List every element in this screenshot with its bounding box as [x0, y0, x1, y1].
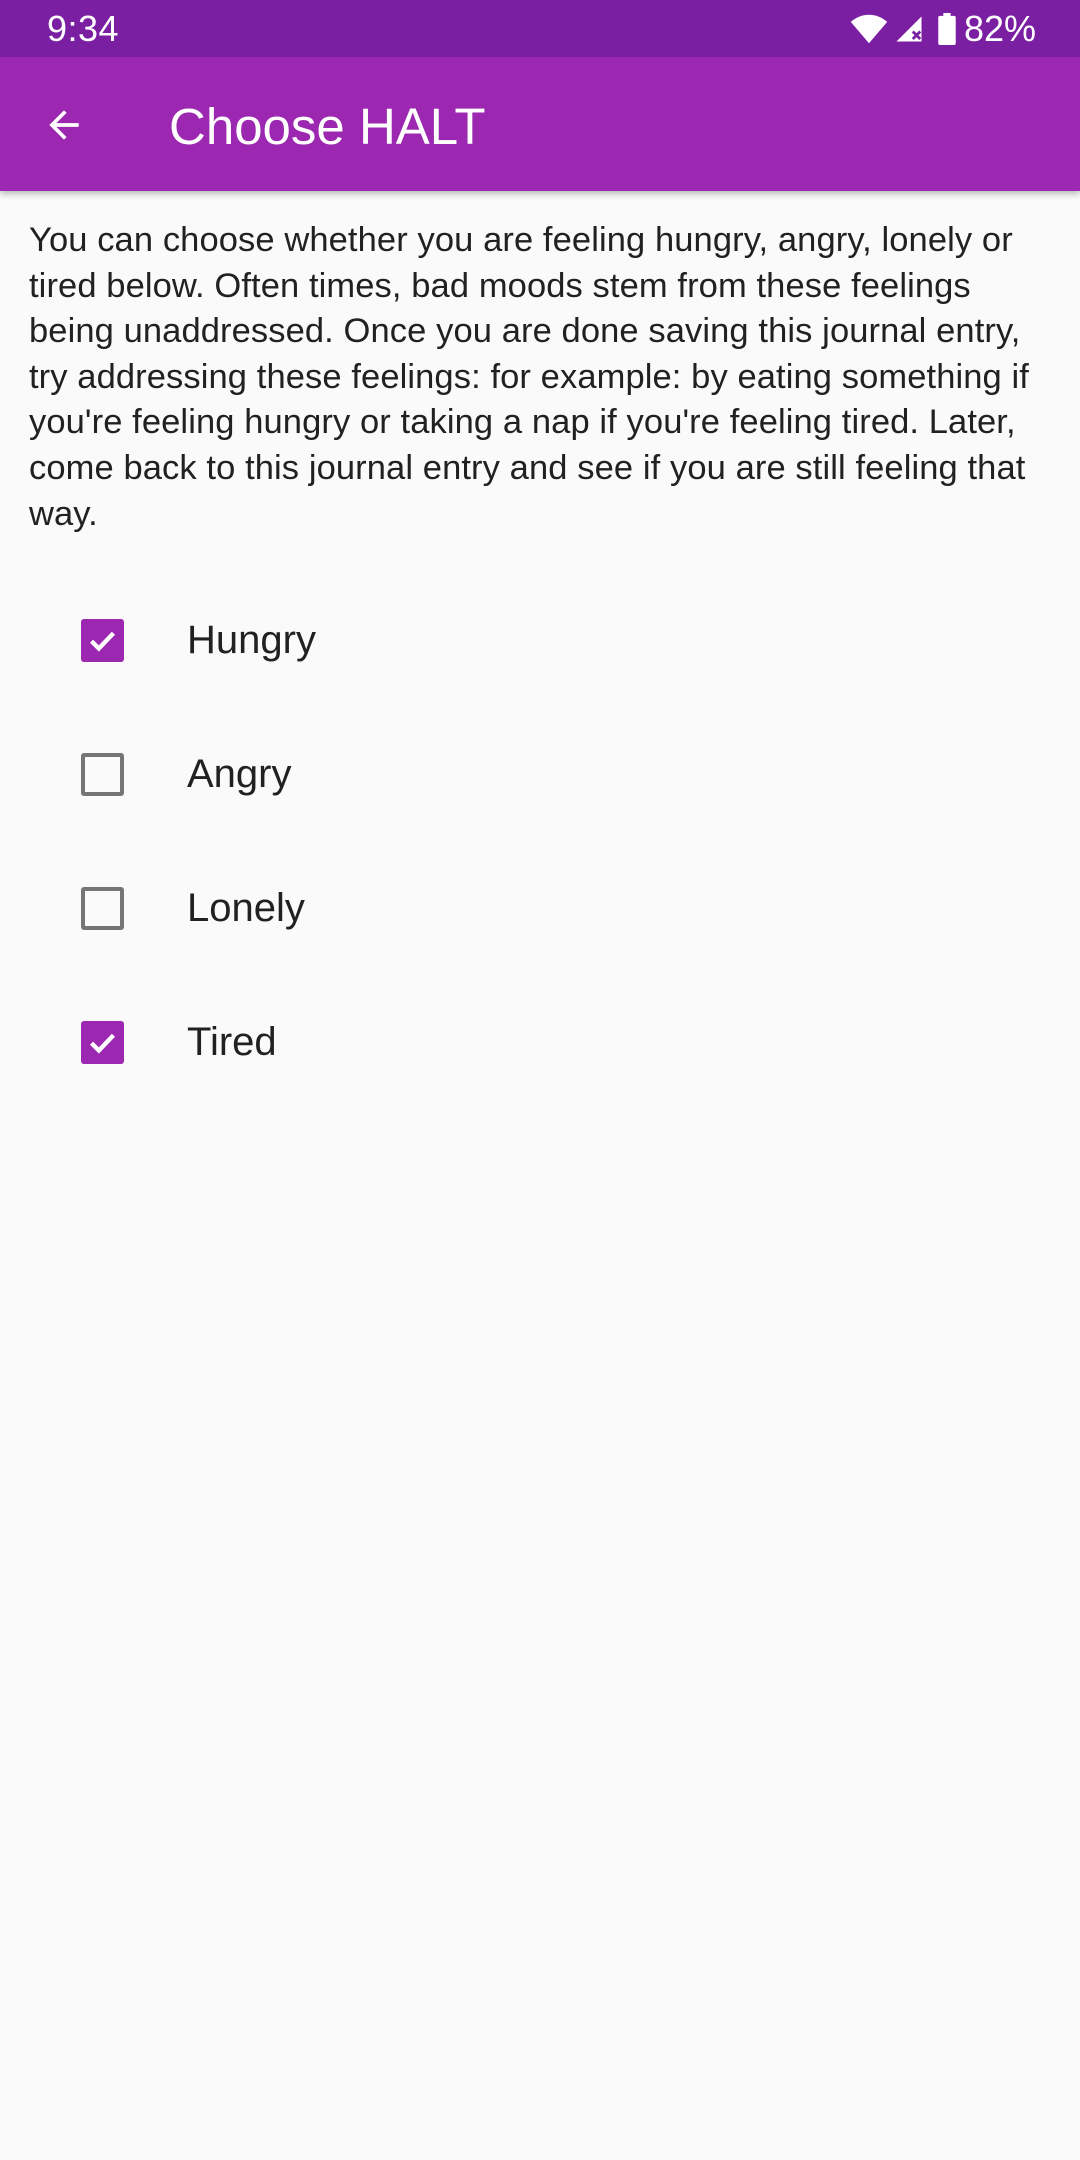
tired-label: Tired — [187, 1020, 277, 1064]
wifi-icon — [850, 14, 888, 44]
lonely-checkbox[interactable] — [81, 887, 124, 930]
halt-description: You can choose whether you are feeling h… — [29, 221, 1029, 533]
halt-item-hungry[interactable]: Hungry — [0, 572, 1080, 706]
status-icons: 82% — [850, 8, 1036, 50]
check-icon — [90, 1033, 116, 1054]
back-button[interactable] — [22, 83, 106, 167]
app-bar: Choose HALT — [0, 57, 1080, 191]
check-icon — [90, 631, 116, 652]
halt-checkbox-list: Hungry Angry Lonely Tired — [0, 572, 1080, 1108]
hungry-label: Hungry — [187, 618, 316, 662]
status-bar: 9:34 82% — [0, 0, 1080, 57]
angry-checkbox[interactable] — [81, 753, 124, 796]
hungry-checkbox[interactable] — [81, 619, 124, 662]
cell-signal-icon — [896, 16, 922, 42]
battery-percent: 82% — [963, 8, 1036, 49]
status-time: 9:34 — [47, 8, 120, 49]
lonely-label: Lonely — [187, 886, 305, 930]
arrow-back-icon — [49, 110, 79, 140]
halt-item-angry[interactable]: Angry — [0, 706, 1080, 840]
angry-label: Angry — [187, 752, 292, 796]
tired-checkbox[interactable] — [81, 1021, 124, 1064]
battery-icon — [938, 13, 956, 45]
halt-item-tired[interactable]: Tired — [0, 974, 1080, 1108]
halt-item-lonely[interactable]: Lonely — [0, 840, 1080, 974]
page-title: Choose HALT — [169, 98, 486, 155]
